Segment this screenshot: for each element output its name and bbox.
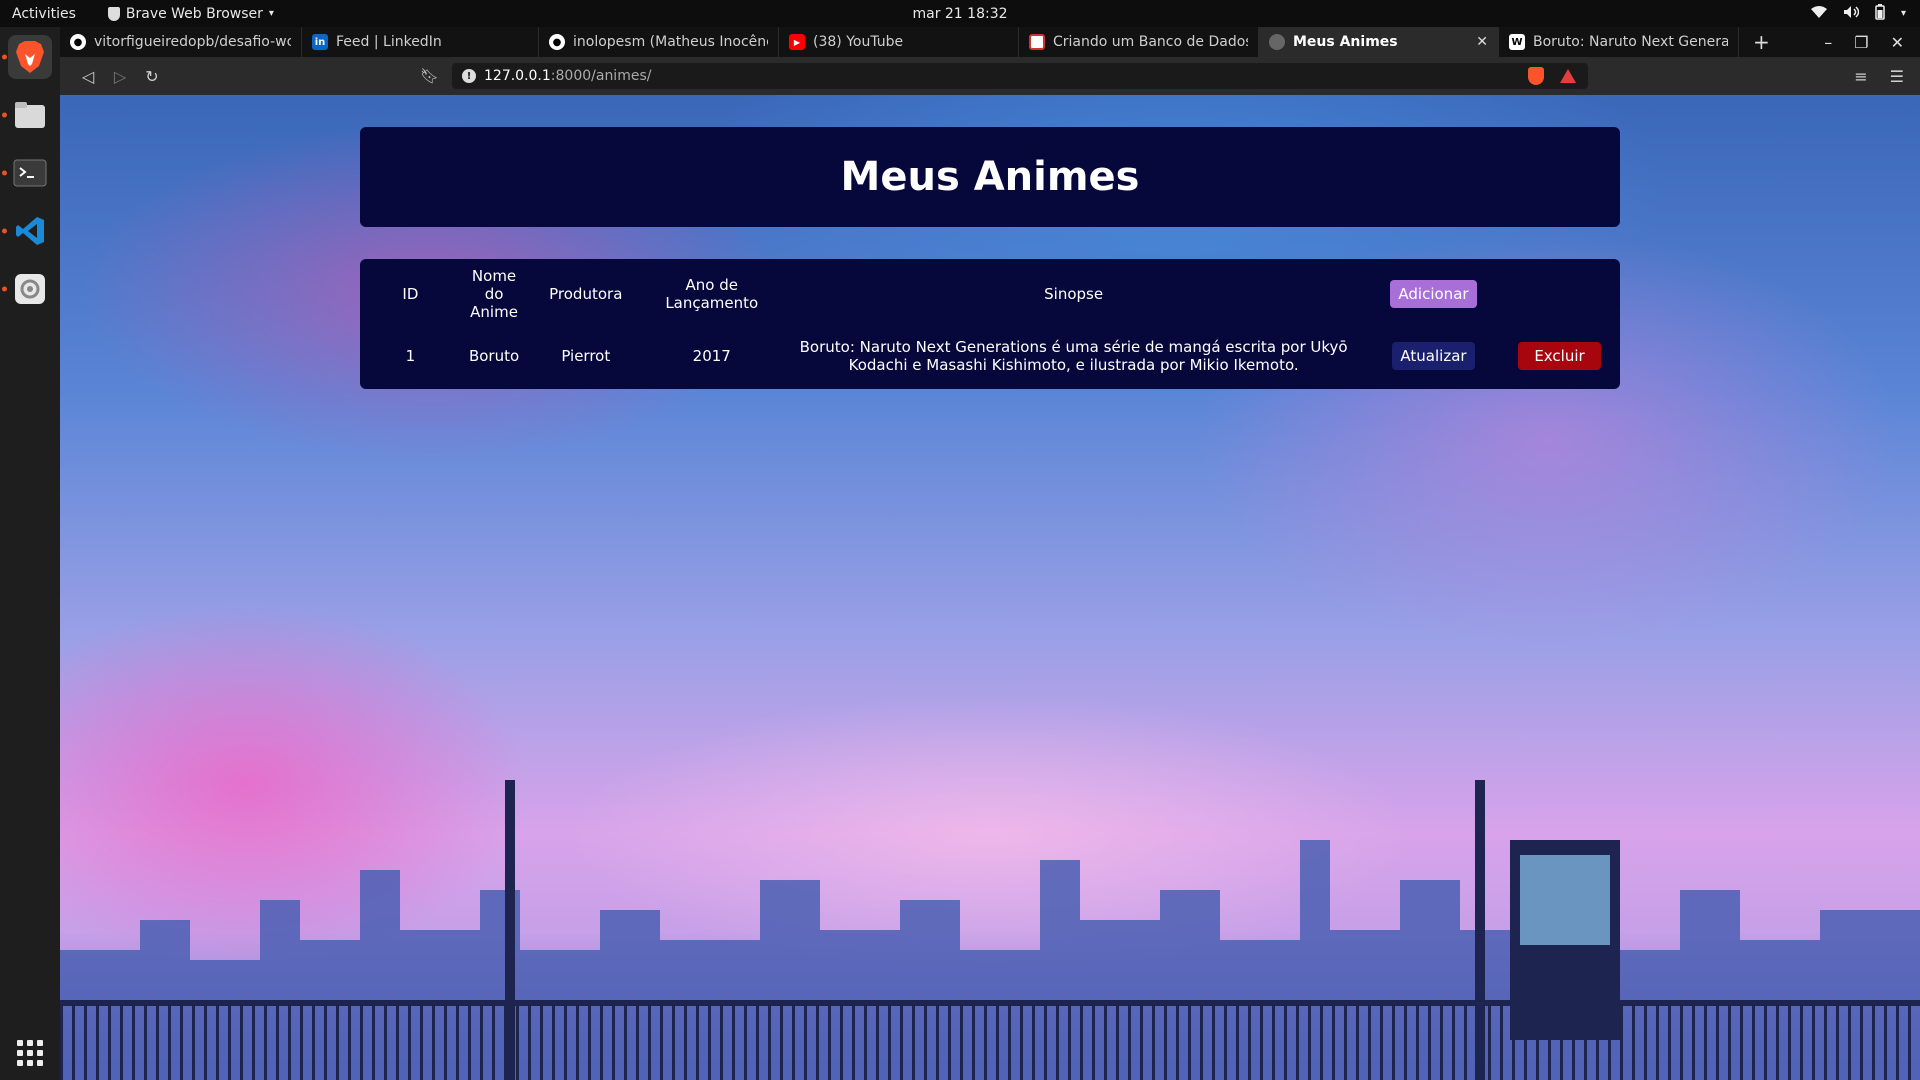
maximize-icon[interactable]: ❐ [1854,33,1868,52]
page-icon [1029,34,1045,50]
window-controls: – ❐ ✕ [1824,33,1920,52]
cell-update: Atualizar [1368,329,1499,383]
wifi-icon [1810,5,1827,23]
activities-button[interactable]: Activities [0,6,88,22]
tab-title: inolopesm (Matheus Inocênci [573,34,768,50]
system-tray[interactable]: ▾ [1810,3,1906,24]
globe-icon [1269,34,1285,50]
caret-down-icon: ▾ [268,8,274,19]
page-viewport: Meus Animes ID Nome do Anime Produtora A… [60,95,1920,1080]
reload-icon[interactable]: ↻ [136,67,168,86]
tab-wikipedia-boruto[interactable]: W Boruto: Naruto Next Generat [1499,27,1739,57]
system-menu-caret-icon: ▾ [1900,8,1906,19]
column-header-empty [1499,259,1620,329]
cell-ano: 2017 [692,347,731,365]
running-indicator [2,286,7,292]
wikipedia-icon: W [1509,34,1525,50]
app-menu-label: Brave Web Browser [125,5,263,22]
tab-github-desafio[interactable]: ● vitorfigueiredopb/desafio-wc [60,27,302,57]
url-path: :8000/animes/ [550,68,652,84]
column-header-sinopse: Sinopse [1044,285,1104,303]
minimize-icon[interactable]: – [1824,33,1832,52]
tab-github-inolopesm[interactable]: ● inolopesm (Matheus Inocênci [539,27,779,57]
page-header: Meus Animes [360,127,1620,227]
wallpaper-railing [60,1000,1920,1080]
menu-icon[interactable]: ☰ [1890,67,1904,86]
vscode-icon [16,217,44,245]
brave-app-icon [107,6,120,21]
cell-delete: Excluir [1499,329,1620,383]
add-anime-button[interactable]: Adicionar [1390,280,1477,308]
column-header-ano: Ano de Lançamento [665,276,759,312]
settings-gear-icon [15,274,45,304]
brave-lion-icon [16,41,44,73]
tab-meus-animes[interactable]: Meus Animes ✕ [1259,27,1499,57]
cell-nome: Boruto [468,347,520,365]
tab-title: vitorfigueiredopb/desafio-wc [94,34,291,50]
browser-tab-bar: ● vitorfigueiredopb/desafio-wc in Feed |… [60,27,1920,57]
github-icon: ● [70,34,86,50]
bookmark-icon[interactable]: 🔖︎ [420,67,439,85]
column-header-actions: Adicionar [1368,259,1499,329]
tab-linkedin[interactable]: in Feed | LinkedIn [302,27,539,57]
dock-files[interactable] [2,93,52,137]
clock[interactable]: mar 21 18:32 [912,6,1007,22]
tab-title: Meus Animes [1293,34,1398,50]
column-header-produtora: Produtora [549,285,623,303]
url-text: 127.0.0.1:8000/animes/ [484,68,651,84]
running-indicator [2,112,7,118]
column-header-id: ID [402,285,419,303]
cell-produtora: Pierrot [561,347,611,365]
browser-nav-bar: ◁ ▷ ↻ 🔖︎ ! 127.0.0.1:8000/animes/ ≡ ☰ [60,57,1920,95]
running-indicator [2,170,7,176]
url-host: 127.0.0.1 [484,68,551,84]
tab-title: Criando um Banco de Dados n [1053,34,1248,50]
github-icon: ● [549,34,565,50]
anime-table: ID Nome do Anime Produtora Ano de Lançam… [360,259,1620,383]
dock-brave[interactable] [2,35,52,79]
update-button[interactable]: Atualizar [1392,342,1475,370]
youtube-icon: ▶ [789,34,805,50]
dock-vscode[interactable] [2,209,52,253]
running-indicator [2,228,7,234]
forward-icon[interactable]: ▷ [104,67,136,86]
column-header-nome: Nome do Anime [470,267,518,321]
tab-title: (38) YouTube [813,34,904,50]
table-header-row: ID Nome do Anime Produtora Ano de Lançam… [360,259,1620,329]
table-row: 1 Boruto Pierrot 2017 Boruto: Naruto Nex… [360,329,1620,383]
linkedin-icon: in [312,34,328,50]
tab-youtube[interactable]: ▶ (38) YouTube [779,27,1019,57]
new-tab-button[interactable]: + [1739,30,1784,54]
toolbar-right: ≡ ☰ [1854,67,1904,86]
system-top-bar: Activities Brave Web Browser ▾ mar 21 18… [0,0,1920,27]
cell-sinopse: Boruto: Naruto Next Generations é uma sé… [799,338,1348,374]
anime-table-card: ID Nome do Anime Produtora Ano de Lançam… [360,259,1620,389]
close-window-icon[interactable]: ✕ [1891,33,1904,52]
show-applications-icon[interactable] [17,1040,43,1066]
dock-terminal[interactable] [2,151,52,195]
app-menu[interactable]: Brave Web Browser ▾ [107,5,274,22]
dock [0,27,60,1080]
brave-shields-icon[interactable] [1528,67,1544,85]
folder-icon [15,102,45,128]
tab-criando-banco[interactable]: Criando um Banco de Dados n [1019,27,1259,57]
volume-icon [1843,5,1860,23]
address-bar[interactable]: ! 127.0.0.1:8000/animes/ [452,63,1588,89]
brave-rewards-icon[interactable] [1560,69,1576,83]
battery-icon [1875,3,1885,24]
page-title: Meus Animes [840,154,1140,200]
tab-title: Feed | LinkedIn [336,34,442,50]
delete-button[interactable]: Excluir [1518,342,1601,370]
terminal-icon [13,159,47,187]
tab-close-icon[interactable]: ✕ [1466,34,1488,50]
back-icon[interactable]: ◁ [72,67,104,86]
cell-id: 1 [405,347,416,365]
playlist-icon[interactable]: ≡ [1854,67,1867,86]
tab-title: Boruto: Naruto Next Generat [1533,34,1728,50]
running-indicator [2,54,7,60]
dock-settings[interactable] [2,267,52,311]
site-info-icon[interactable]: ! [462,69,476,83]
